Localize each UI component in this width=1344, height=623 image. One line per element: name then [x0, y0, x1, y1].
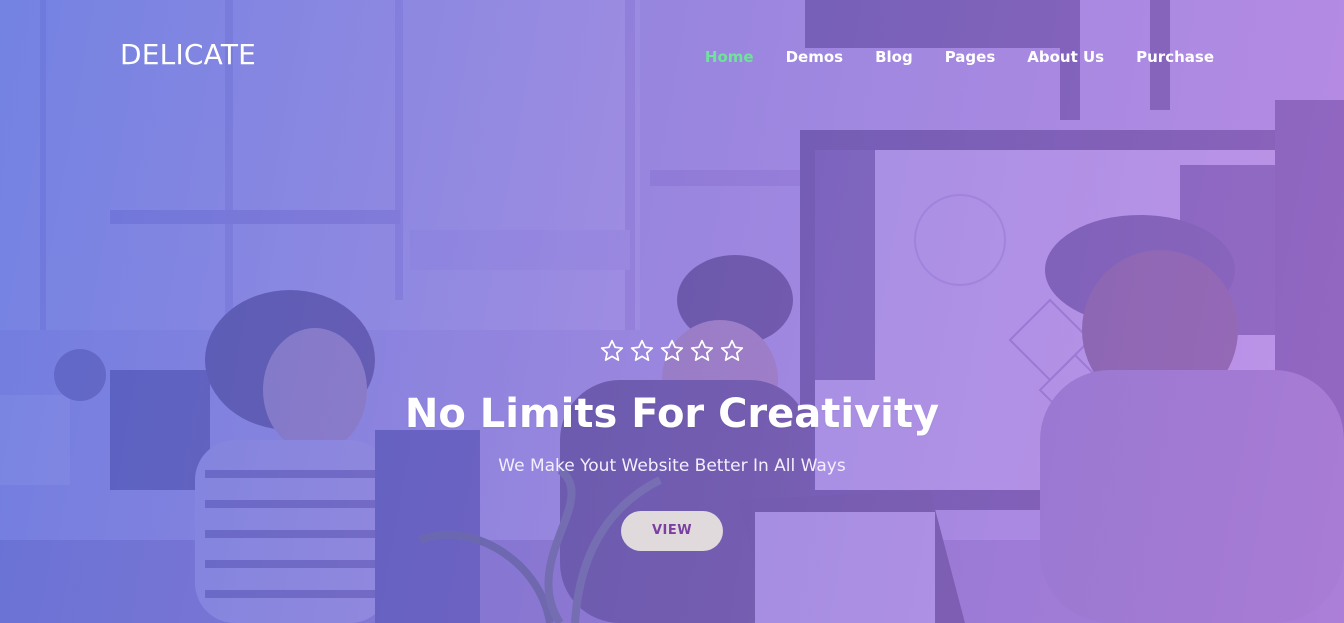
star-outline-icon [600, 339, 624, 361]
view-button[interactable]: VIEW [621, 511, 723, 551]
nav-link-pages[interactable]: Pages [945, 46, 996, 68]
star-outline-icon [690, 339, 714, 361]
site-logo[interactable]: DELICATE [120, 36, 256, 74]
nav-link-purchase[interactable]: Purchase [1136, 46, 1214, 68]
star-outline-icon [720, 339, 744, 361]
nav-item-pages: Pages [945, 46, 996, 68]
nav-item-home: Home [705, 46, 754, 68]
nav-item-demos: Demos [786, 46, 844, 68]
nav-link-demos[interactable]: Demos [786, 46, 844, 68]
hero-content: No Limits For Creativity We Make Yout We… [0, 338, 1344, 551]
top-navbar: DELICATE Home Demos Blog Pages About Us … [0, 0, 1344, 115]
nav-item-blog: Blog [875, 46, 913, 68]
nav-item-purchase: Purchase [1136, 46, 1214, 68]
hero-section: DELICATE Home Demos Blog Pages About Us … [0, 0, 1344, 623]
hero-subtitle: We Make Yout Website Better In All Ways [498, 456, 846, 476]
nav-link-about-us[interactable]: About Us [1027, 46, 1104, 68]
star-outline-icon [660, 339, 684, 361]
star-rating [0, 338, 1344, 368]
main-nav-menu: Home Demos Blog Pages About Us Purchase [673, 46, 1214, 68]
nav-link-blog[interactable]: Blog [875, 46, 913, 68]
hero-title: No Limits For Creativity [404, 391, 940, 437]
nav-item-about-us: About Us [1027, 46, 1104, 68]
nav-link-home[interactable]: Home [705, 46, 754, 68]
star-outline-icon [630, 339, 654, 361]
